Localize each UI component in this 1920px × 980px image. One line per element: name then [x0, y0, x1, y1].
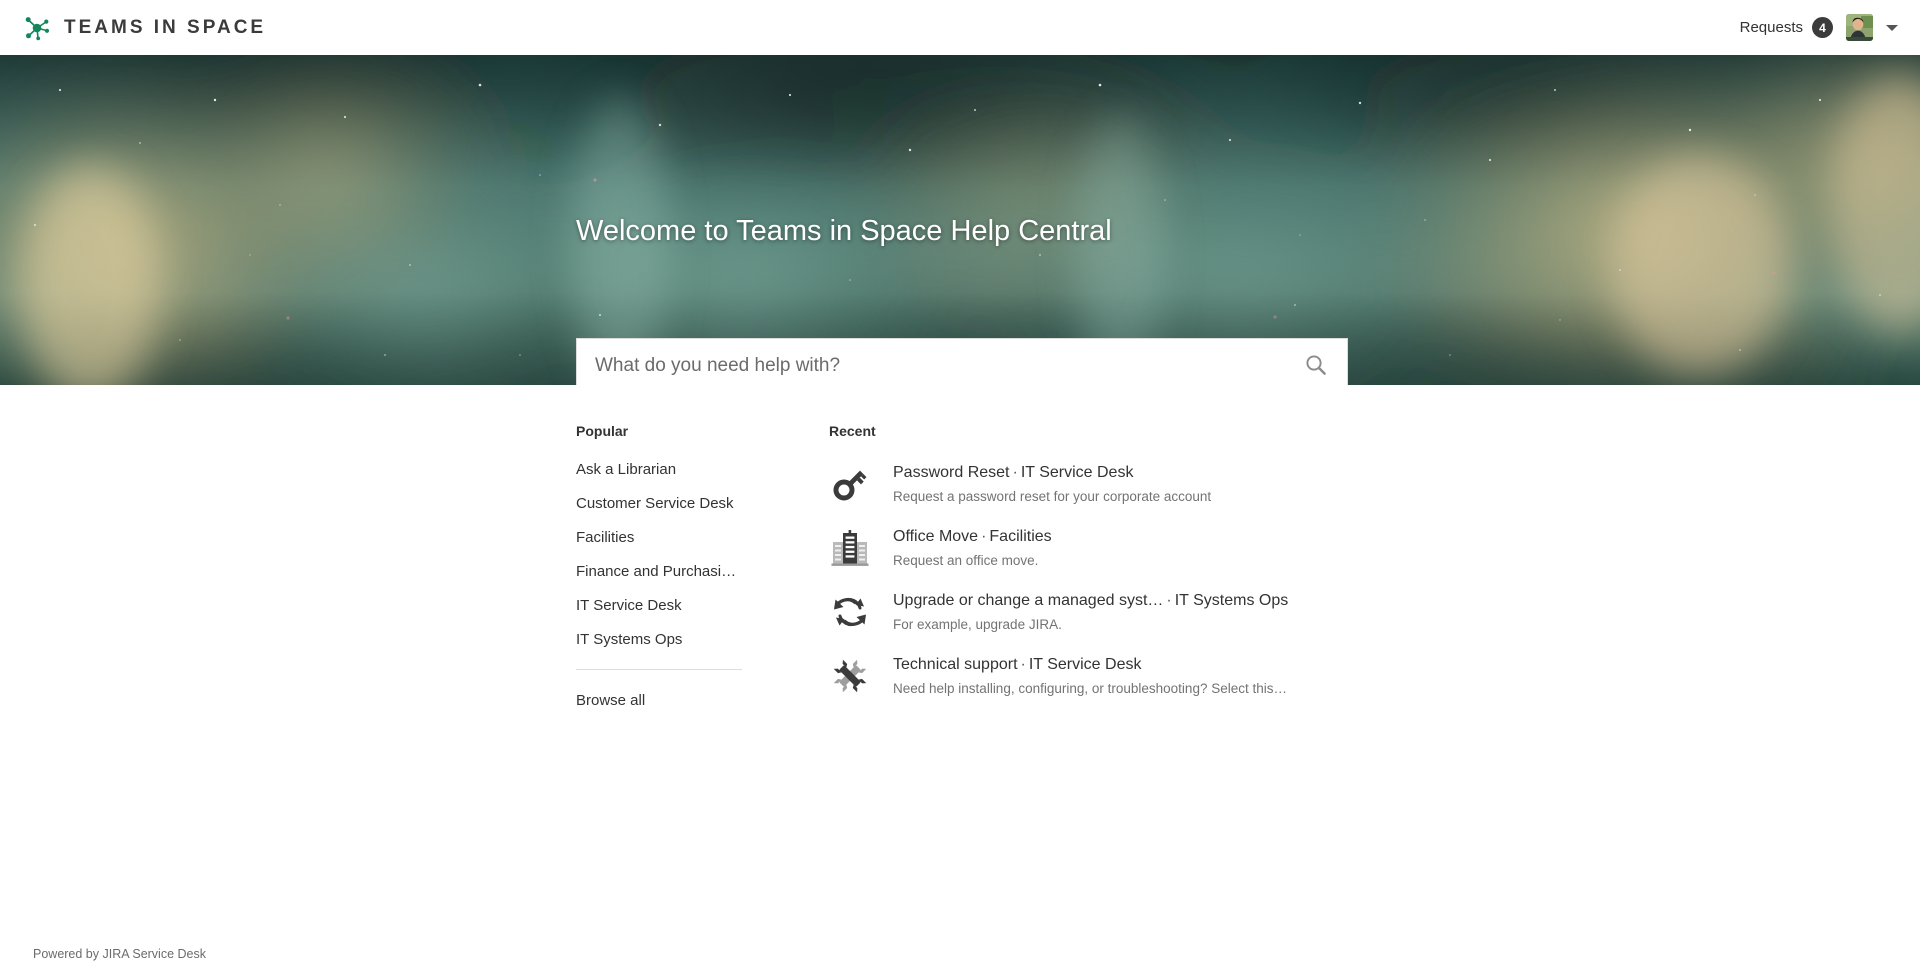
hero-banner: Welcome to Teams in Space Help Central [0, 55, 1920, 385]
recent-item-title-row: Technical support · IT Service Desk [893, 654, 1287, 676]
sync-arrows-icon [829, 591, 871, 633]
popular-item-4[interactable]: IT Service Desk [576, 597, 742, 614]
search-box[interactable] [576, 338, 1348, 385]
recent-item-separator: · [1012, 464, 1018, 481]
popular-item-3[interactable]: Finance and Purchasi… [576, 563, 742, 580]
recent-item-text: Upgrade or change a managed syst… · IT Sys… [893, 589, 1288, 634]
avatar[interactable] [1846, 14, 1873, 41]
recent-item-description: Need help installing, configuring, or tr… [893, 681, 1287, 697]
popular-item-2[interactable]: Facilities [576, 529, 742, 546]
recent-item-description: Request an office move. [893, 552, 1039, 568]
recent-item-title-row: Office Move · Facilities [893, 526, 1052, 548]
search-button[interactable] [1285, 339, 1347, 385]
recent-item-title-row: Upgrade or change a managed syst… · IT Sys… [893, 590, 1288, 612]
popular-divider [576, 669, 742, 670]
header-right-group: Requests 4 [1740, 14, 1898, 41]
recent-item-text: Technical support · IT Service Desk Need h… [893, 653, 1287, 698]
popular-column: Popular Ask a Librarian Customer Service… [576, 423, 742, 709]
building-icon [829, 527, 871, 569]
brand-logo-link[interactable]: TEAMS IN SPACE [22, 13, 266, 43]
recent-item-title: Upgrade or change a managed syst… [893, 592, 1164, 610]
recent-column: Recent Password Reset · IT Service Desk Re [829, 423, 1349, 718]
recent-item-description: Request a password reset for your corpor… [893, 488, 1212, 504]
search-icon [1304, 353, 1328, 380]
recent-item-title-row: Password Reset · IT Service Desk [893, 462, 1211, 484]
wrench-icon [829, 655, 871, 697]
recent-item-separator: · [1166, 592, 1172, 610]
recent-item-separator: · [1020, 656, 1026, 674]
recent-item-service: Facilities [989, 528, 1052, 546]
requests-label: Requests [1739, 19, 1803, 36]
key-icon [829, 463, 871, 505]
brand-name: TEAMS IN SPACE [64, 16, 267, 38]
search-input[interactable] [577, 339, 1285, 385]
recent-item-title: Password Reset [893, 464, 1010, 481]
chevron-down-icon[interactable] [1886, 24, 1898, 31]
footer-powered-by: Powered by JIRA Service Desk [33, 947, 206, 961]
recent-item-title: Technical support [893, 656, 1018, 674]
recent-item-service: IT Systems Ops [1174, 592, 1289, 610]
app-header: TEAMS IN SPACE Requests 4 [0, 0, 1920, 55]
recent-item-1[interactable]: Office Move · Facilities Request an office… [829, 525, 1349, 570]
requests-count-badge: 4 [1812, 17, 1833, 38]
recent-item-3[interactable]: Technical support · IT Service Desk Need h… [829, 653, 1349, 698]
browse-all-link[interactable]: Browse all [576, 692, 742, 709]
recent-item-2[interactable]: Upgrade or change a managed syst… · IT Sys… [829, 589, 1349, 634]
recent-item-service: IT Service Desk [1028, 656, 1142, 674]
popular-item-5[interactable]: IT Systems Ops [576, 631, 742, 648]
recent-item-service: IT Service Desk [1020, 464, 1134, 481]
page-title: Welcome to Teams in Space Help Central [576, 215, 1112, 247]
network-nodes-icon [22, 13, 52, 43]
recent-item-title: Office Move [893, 528, 979, 546]
recent-heading: Recent [829, 423, 876, 439]
recent-item-separator: · [981, 528, 987, 546]
recent-item-text: Office Move · Facilities Request an office… [893, 525, 1052, 570]
recent-item-0[interactable]: Password Reset · IT Service Desk Request a… [829, 461, 1349, 506]
requests-link[interactable]: Requests 4 [1740, 17, 1833, 38]
recent-item-description: For example, upgrade JIRA. [893, 616, 1062, 632]
popular-heading: Popular [576, 423, 629, 439]
popular-item-0[interactable]: Ask a Librarian [576, 461, 742, 478]
popular-item-1[interactable]: Customer Service Desk [576, 495, 742, 512]
recent-item-text: Password Reset · IT Service Desk Request a… [893, 461, 1211, 506]
